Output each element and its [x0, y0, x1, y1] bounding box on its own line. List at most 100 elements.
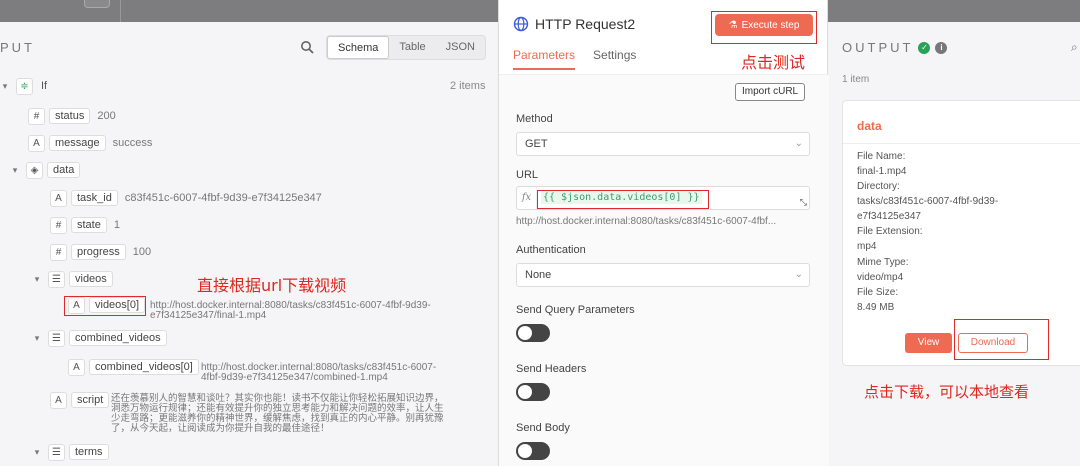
output-panel: OUTPUT ✓ i ⌕ 1 item data File Name: fina… — [829, 22, 1080, 466]
field-key[interactable]: status — [49, 108, 91, 124]
field-key[interactable]: message — [49, 135, 106, 151]
field-value: 1 — [113, 219, 120, 231]
string-type-icon: A — [68, 358, 85, 376]
videos-0-value: http://host.docker.internal:8080/tasks/c… — [150, 301, 431, 321]
node-settings-panel: HTTP Request2 ⚗ Execute step 点击测试 Parame… — [498, 0, 829, 466]
search-icon[interactable] — [300, 40, 314, 54]
search-icon[interactable]: ⌕ — [1071, 40, 1078, 55]
input-items-count: 2 items — [450, 80, 486, 92]
number-type-icon: # — [28, 107, 45, 125]
tree-root-label: If — [41, 80, 48, 92]
output-panel-title: OUTPUT ✓ i — [842, 40, 948, 55]
tree-field-state: # state 1 — [50, 215, 120, 235]
string-type-icon: A — [50, 189, 67, 207]
field-key[interactable]: combined_videos — [69, 330, 167, 346]
tree-field-data[interactable]: ▾ ◈ data — [10, 160, 81, 180]
success-check-icon: ✓ — [918, 41, 931, 54]
url-label: URL — [516, 169, 539, 181]
method-select[interactable]: GET ⌄ — [516, 132, 810, 156]
tree-field-task-id: A task_id c83f451c-6007-4fbf-9d39-e7f341… — [50, 188, 322, 208]
info-icon[interactable]: i — [935, 41, 948, 54]
url-preview: http://host.docker.internal:8080/tasks/c… — [516, 216, 777, 227]
tab-settings[interactable]: Settings — [593, 48, 636, 70]
field-key[interactable]: terms — [69, 444, 109, 460]
highlight-box-download — [954, 319, 1049, 360]
highlight-box-execute — [711, 11, 817, 44]
input-panel-title: PUT — [0, 40, 35, 55]
authentication-select[interactable]: None ⌄ — [516, 263, 810, 287]
input-panel: PUT Schema Table JSON 2 items ▾ ≑ If # s… — [0, 22, 497, 466]
file-size-value: 8.49 MB — [857, 302, 895, 313]
field-key[interactable]: data — [47, 162, 81, 178]
tab-schema[interactable]: Schema — [327, 36, 390, 59]
annotation-click-download: 点击下载，可以本地查看 — [864, 383, 1030, 401]
chevron-down-icon: ⌄ — [794, 269, 803, 280]
chevron-down-icon: ⌄ — [794, 138, 803, 149]
method-value: GET — [525, 138, 548, 150]
field-key[interactable]: state — [71, 217, 107, 233]
object-type-icon: ◈ — [26, 161, 43, 179]
mime-type-label: Mime Type: — [857, 257, 909, 268]
top-bar-button[interactable] — [84, 0, 110, 8]
string-type-icon: A — [28, 134, 45, 152]
annotation-click-test: 点击测试 — [741, 53, 806, 72]
send-body-toggle[interactable] — [516, 442, 550, 460]
directory-label: Directory: — [857, 181, 900, 192]
if-node-icon: ≑ — [16, 77, 33, 95]
file-extension-value: mp4 — [857, 241, 877, 252]
send-body-label: Send Body — [516, 422, 570, 434]
chevron-down-icon[interactable]: ▾ — [32, 333, 42, 344]
tree-field-combined-videos[interactable]: ▾ ☰ combined_videos — [32, 328, 167, 348]
node-title[interactable]: HTTP Request2 — [535, 16, 635, 32]
highlight-box-url — [537, 190, 709, 209]
method-label: Method — [516, 113, 553, 125]
tab-table[interactable]: Table — [389, 36, 435, 59]
tree-field-videos[interactable]: ▾ ☰ videos — [32, 269, 113, 289]
expression-icon: fx — [517, 187, 537, 209]
output-title-text: OUTPUT — [842, 40, 914, 55]
view-button[interactable]: View — [905, 333, 952, 353]
tree-field-progress: # progress 100 — [50, 242, 151, 262]
chevron-down-icon[interactable]: ▾ — [0, 81, 10, 92]
authentication-label: Authentication — [516, 244, 586, 256]
number-type-icon: # — [50, 216, 67, 234]
directory-value-2: e7f34125e347 — [857, 211, 921, 222]
tree-field-script: A script — [50, 390, 110, 410]
send-query-label: Send Query Parameters — [516, 304, 635, 316]
tree-field-terms[interactable]: ▾ ☰ terms — [32, 442, 109, 462]
highlight-box-videos-0 — [64, 296, 146, 316]
binary-property-name: data — [857, 119, 882, 133]
script-value: 还在羡慕别人的智慧和谈吐？其实你也能！读书不仅能让你轻松拓展知识边界， 洞悉万物… — [111, 394, 444, 434]
node-header: HTTP Request2 ⚗ Execute step 点击测试 — [499, 0, 829, 72]
array-type-icon: ☰ — [48, 329, 65, 347]
value-line: 4fbf-9d39-e7f34125e347/combined-1.mp4 — [201, 372, 388, 383]
import-curl-button[interactable]: Import cURL — [735, 83, 806, 101]
value-line: e7f34125e347/final-1.mp4 — [150, 310, 267, 321]
expand-icon[interactable]: ⤡ — [800, 197, 807, 208]
chevron-down-icon[interactable]: ▾ — [32, 447, 42, 458]
send-headers-toggle[interactable] — [516, 383, 550, 401]
authentication-value: None — [525, 269, 552, 281]
chevron-down-icon[interactable]: ▾ — [10, 165, 20, 176]
annotation-download-by-url: 直接根据url下载视频 — [197, 276, 347, 295]
string-type-icon: A — [50, 391, 67, 409]
tree-node-if[interactable]: ▾ ≑ If — [0, 76, 47, 96]
field-value: 100 — [132, 246, 152, 258]
field-key[interactable]: videos — [69, 271, 113, 287]
field-key[interactable]: progress — [71, 244, 126, 260]
output-items-count: 1 item — [842, 74, 870, 85]
tab-parameters[interactable]: Parameters — [513, 48, 576, 70]
chevron-down-icon[interactable]: ▾ — [32, 274, 42, 285]
tab-json[interactable]: JSON — [436, 36, 485, 59]
field-key[interactable]: script — [71, 392, 110, 408]
node-tabs: Parameters Settings — [513, 48, 636, 70]
tree-field-message: A message success — [28, 133, 152, 153]
field-key[interactable]: task_id — [71, 190, 118, 206]
send-query-toggle[interactable] — [516, 324, 550, 342]
file-name-label: File Name: — [857, 151, 906, 162]
array-type-icon: ☰ — [48, 270, 65, 288]
tree-field-status: # status 200 — [28, 106, 116, 126]
combined-videos-0-value: http://host.docker.internal:8080/tasks/c… — [201, 363, 436, 383]
field-key[interactable]: combined_videos[0] — [89, 359, 199, 375]
file-size-label: File Size: — [857, 287, 899, 298]
